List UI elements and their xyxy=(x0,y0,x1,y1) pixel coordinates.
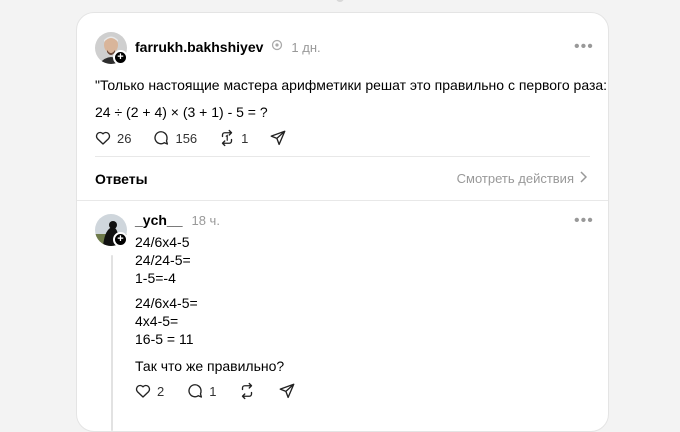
reply-time[interactable]: 18 ч. xyxy=(191,213,219,228)
reply-line: Так что же правильно? xyxy=(135,358,285,374)
share-button[interactable] xyxy=(278,382,296,400)
repost-count: 1 xyxy=(241,130,249,146)
post-avatar-wrap[interactable]: + xyxy=(95,32,128,65)
heart-icon xyxy=(134,382,152,400)
send-icon xyxy=(269,129,287,147)
top-indicator xyxy=(336,0,344,2)
post-more-icon[interactable]: ••• xyxy=(574,39,594,55)
divider xyxy=(77,200,608,201)
post-time[interactable]: 1 дн. xyxy=(291,40,320,55)
thread-line xyxy=(111,255,113,431)
reply-more-icon[interactable]: ••• xyxy=(574,213,594,229)
like-button[interactable]: 2 xyxy=(134,382,164,400)
follow-plus-icon[interactable]: + xyxy=(113,50,128,65)
comment-count: 1 xyxy=(209,383,217,399)
thread-card: + farrukh.bakhshiyev 1 дн. ••• "Только н… xyxy=(76,12,609,432)
reply-username[interactable]: _ych__ xyxy=(135,212,182,228)
heart-icon xyxy=(94,129,112,147)
repost-icon xyxy=(238,382,256,400)
reply-line: 24/6x4-5= xyxy=(135,295,198,311)
comment-icon xyxy=(186,382,204,400)
reply-line: 24/24-5= xyxy=(135,252,191,268)
follow-plus-icon[interactable]: + xyxy=(113,232,128,247)
repost-button[interactable]: 1 xyxy=(218,129,248,147)
comment-button[interactable]: 1 xyxy=(186,382,216,400)
like-count: 26 xyxy=(117,130,132,146)
comment-button[interactable]: 156 xyxy=(152,129,197,147)
send-icon xyxy=(278,382,296,400)
post-text-line1: "Только настоящие мастера арифметики реш… xyxy=(95,77,608,93)
chevron-right-icon xyxy=(579,171,588,186)
post-username[interactable]: farrukh.bakhshiyev xyxy=(135,39,263,55)
repost-button[interactable] xyxy=(238,382,256,400)
like-count: 2 xyxy=(157,383,165,399)
reply-line: 1-5=-4 xyxy=(135,270,176,286)
reply-avatar-wrap[interactable]: + xyxy=(95,214,128,247)
like-button[interactable]: 26 xyxy=(94,129,131,147)
view-actions-label: Смотреть действия xyxy=(456,171,574,186)
reply-line: 4x4-5= xyxy=(135,313,179,329)
repost-icon xyxy=(218,129,236,147)
verified-gear-icon xyxy=(271,38,283,56)
view-actions-link[interactable]: Смотреть действия xyxy=(456,171,588,186)
share-button[interactable] xyxy=(269,129,287,147)
comment-count: 156 xyxy=(175,130,198,146)
post-text-line2: 24 ÷ (2 + 4) × (3 + 1) - 5 = ? xyxy=(95,104,268,120)
comment-icon xyxy=(152,129,170,147)
reply-line: 24/6x4-5 xyxy=(135,234,190,250)
divider xyxy=(95,156,590,157)
answers-label: Ответы xyxy=(95,171,148,187)
reply-line: 16-5 = 11 xyxy=(135,331,194,347)
